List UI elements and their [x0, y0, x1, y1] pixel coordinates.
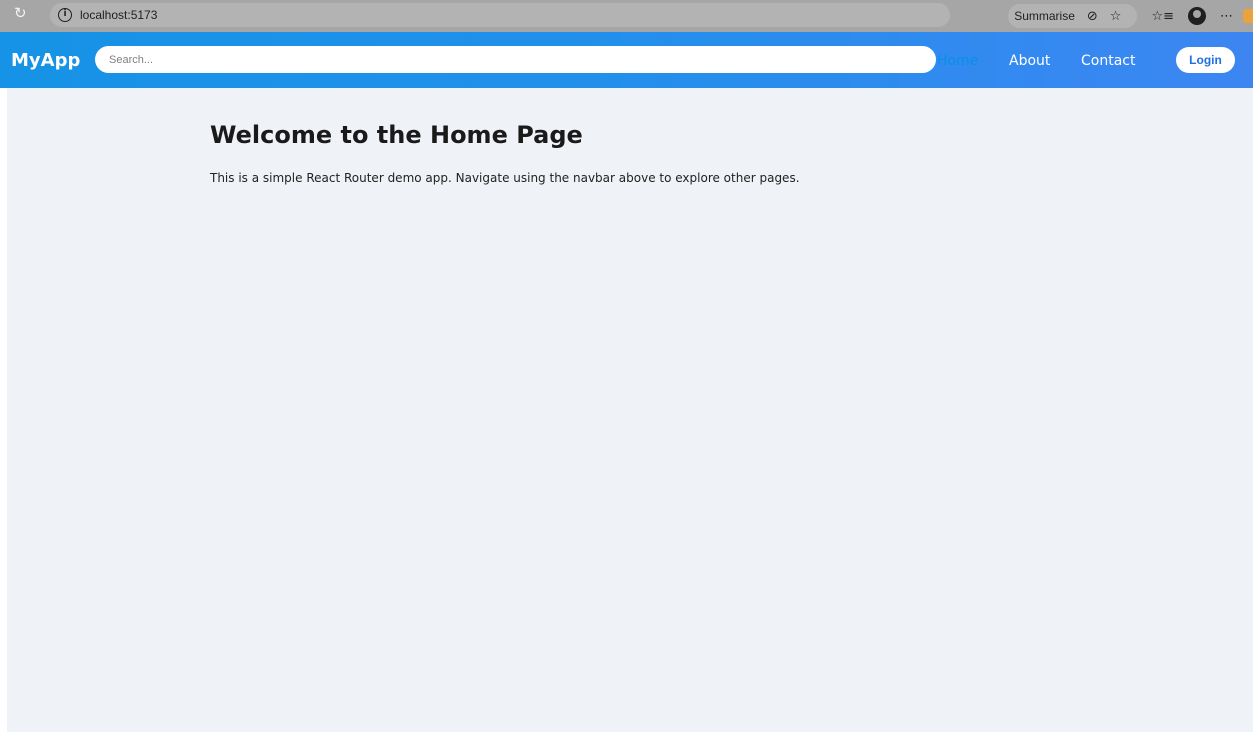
- browser-toolbar: ↻ i localhost:5173 Summarise ⊘ ☆ ☆≡ ⋯: [0, 0, 1253, 32]
- page-description: This is a simple React Router demo app. …: [210, 171, 800, 185]
- url-text[interactable]: localhost:5173: [80, 8, 157, 22]
- page-title: Welcome to the Home Page: [210, 121, 583, 149]
- summarise-label: Summarise: [1014, 9, 1075, 23]
- main-content: Welcome to the Home Page This is a simpl…: [7, 88, 1253, 732]
- navbar: MyApp Home About Contact Login: [0, 32, 1253, 88]
- summarise-button[interactable]: Summarise ⊘ ☆: [1008, 4, 1138, 28]
- address-bar[interactable]: i localhost:5173: [50, 3, 950, 27]
- favorites-list-icon[interactable]: ☆≡: [1151, 9, 1174, 24]
- nav-link-about[interactable]: About: [1009, 53, 1050, 69]
- copilot-icon[interactable]: [1243, 9, 1253, 23]
- favorite-star-icon[interactable]: ☆: [1110, 9, 1122, 24]
- browser-actions: Summarise ⊘ ☆ ☆≡ ⋯: [1008, 0, 1253, 32]
- login-button[interactable]: Login: [1176, 47, 1235, 73]
- profile-avatar-icon[interactable]: [1188, 7, 1206, 25]
- nav-link-home[interactable]: Home: [937, 53, 978, 69]
- more-options-icon[interactable]: ⋯: [1220, 9, 1233, 24]
- nav-link-contact[interactable]: Contact: [1081, 53, 1135, 69]
- info-icon[interactable]: i: [58, 8, 72, 22]
- search-input[interactable]: [95, 46, 936, 73]
- summarise-icon: ⊘: [1086, 8, 1098, 24]
- brand-logo[interactable]: MyApp: [11, 50, 80, 71]
- reload-icon[interactable]: ↻: [14, 4, 27, 22]
